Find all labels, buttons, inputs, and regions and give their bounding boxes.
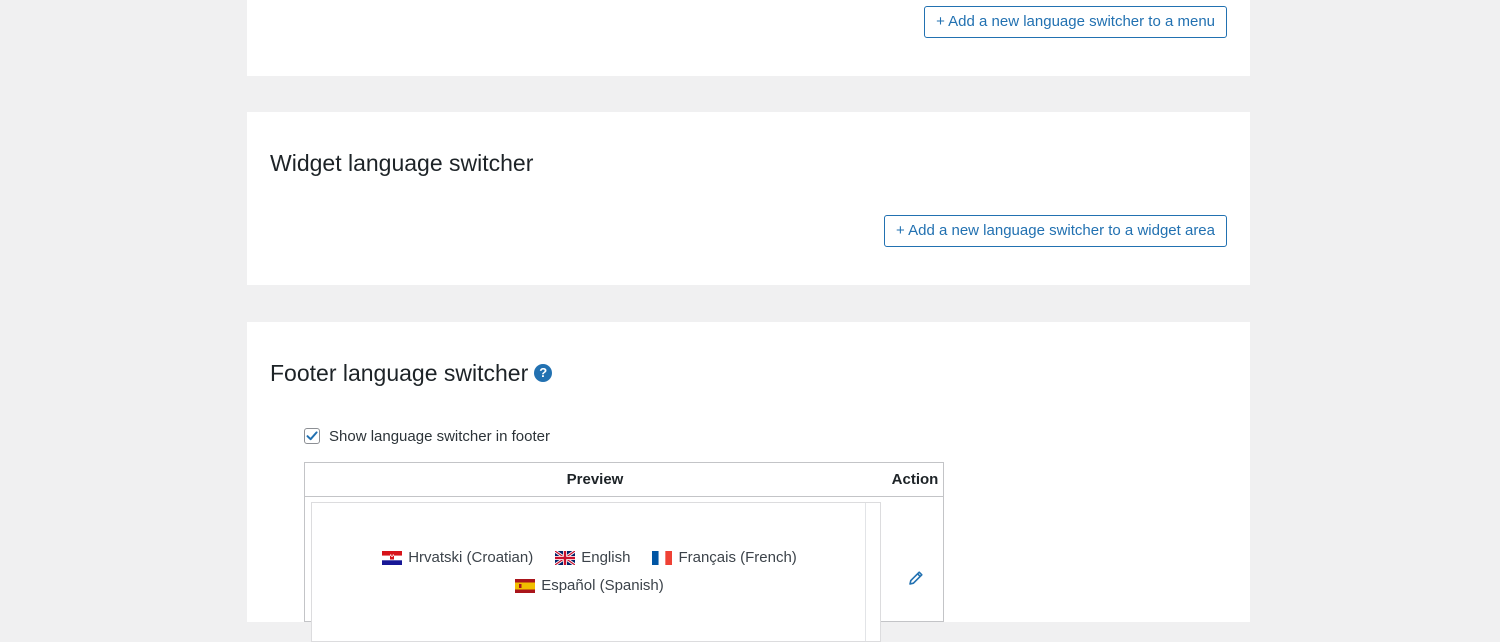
croatia-flag-icon <box>382 550 403 565</box>
france-flag-icon <box>652 550 673 565</box>
preview-language-row: Hrvatski (Croatian) English Français (Fr… <box>312 549 867 566</box>
spain-flag-icon <box>515 578 536 593</box>
preview-language-row: Español (Spanish) <box>312 577 867 594</box>
widget-switcher-card: Widget language switcher + Add a new lan… <box>247 112 1250 285</box>
language-label: Hrvatski (Croatian) <box>408 549 534 566</box>
language-item-french[interactable]: Français (French) <box>652 549 797 566</box>
pencil-icon[interactable] <box>907 569 925 592</box>
add-menu-switcher-button[interactable]: + Add a new language switcher to a menu <box>924 6 1227 38</box>
language-label: English <box>581 549 631 566</box>
show-footer-switcher-checkbox[interactable] <box>304 428 320 444</box>
footer-checkbox-row[interactable]: Show language switcher in footer <box>304 426 550 446</box>
preview-scrollbar[interactable] <box>865 503 880 641</box>
language-item-spanish[interactable]: Español (Spanish) <box>515 577 664 594</box>
footer-section-title: Footer language switcher <box>270 360 529 386</box>
preview-column-header: Preview <box>566 471 624 488</box>
language-label: Español (Spanish) <box>541 577 664 594</box>
header-divider <box>305 496 943 497</box>
add-widget-switcher-button[interactable]: + Add a new language switcher to a widge… <box>884 215 1227 247</box>
footer-section-heading: Footer language switcher? <box>270 359 553 387</box>
language-switcher-preview: Hrvatski (Croatian) English Français (Fr… <box>311 502 881 642</box>
show-footer-switcher-label: Show language switcher in footer <box>329 427 550 445</box>
language-item-croatian[interactable]: Hrvatski (Croatian) <box>382 549 533 566</box>
question-mark-icon[interactable]: ? <box>534 364 553 382</box>
footer-switcher-table: Preview Action Hrvatski (Croatian) Engli… <box>304 462 944 642</box>
checkmark-icon <box>306 431 318 441</box>
language-label: Français (French) <box>678 549 797 566</box>
uk-flag-icon <box>555 550 576 565</box>
menu-switcher-card: + Add a new language switcher to a menu <box>247 0 1250 76</box>
action-column-header: Action <box>891 471 939 488</box>
footer-switcher-card: Footer language switcher? Show language … <box>247 322 1250 642</box>
language-item-english[interactable]: English <box>555 549 630 566</box>
widget-section-title: Widget language switcher <box>270 150 534 176</box>
